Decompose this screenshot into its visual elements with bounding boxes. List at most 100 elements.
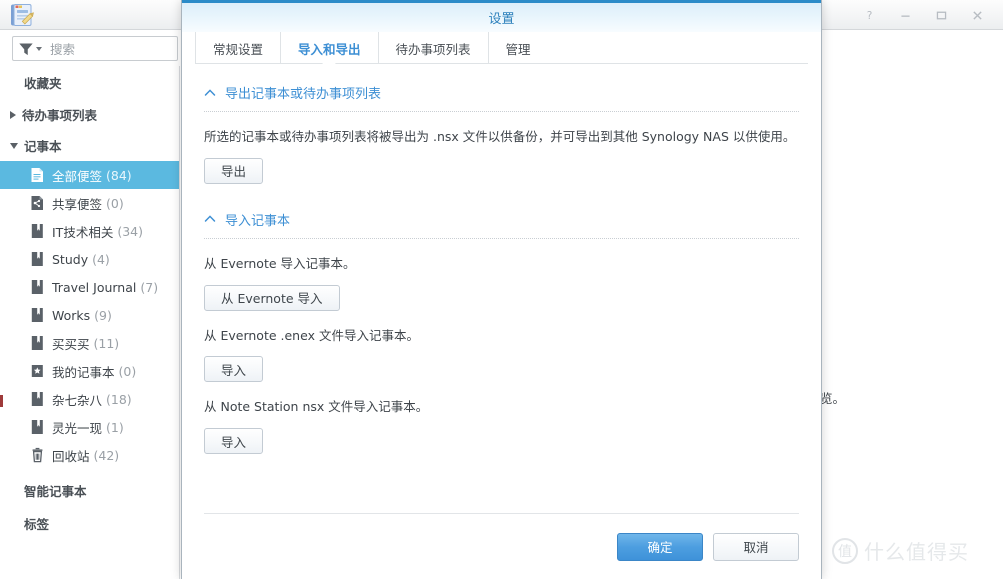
notebook-item[interactable]: 杂七杂八 (18) xyxy=(0,385,179,413)
notebook-count: (18) xyxy=(106,391,132,407)
close-button[interactable] xyxy=(969,7,985,23)
caret-down-icon[interactable] xyxy=(36,46,42,51)
dialog-title: 设置 xyxy=(488,12,515,27)
notebook-item[interactable]: 买买买 (11) xyxy=(0,329,179,357)
note-station-app-icon xyxy=(11,4,34,26)
action-button[interactable]: 导出 xyxy=(204,157,264,184)
section-title: 导入记事本 xyxy=(225,213,291,229)
notebook-label: Travel Journal xyxy=(52,279,137,295)
sidebar: 收藏夹 待办事项列表 记事本 全部便签 (84) 共享便签 (0) IT技术相关… xyxy=(0,66,180,579)
chevron-right-icon[interactable] xyxy=(10,110,16,119)
chevron-up-icon[interactable] xyxy=(204,213,216,225)
notebook-label: 买买买 xyxy=(52,336,90,352)
sidebar-section-tags[interactable]: 标签 xyxy=(0,507,179,540)
dialog-tabs: 常规设置 导入和导出 待办事项列表 管理 xyxy=(182,32,821,64)
notebook-label: 共享便签 xyxy=(52,196,103,212)
notebook-count: (11) xyxy=(93,335,120,351)
notebook-label: 灵光一现 xyxy=(52,420,103,436)
background-page-text: 览。 xyxy=(820,391,846,406)
section-description: 所选的记事本或待办事项列表将被导出为 .nsx 文件以供备份，并可导出到其他 S… xyxy=(204,129,796,144)
chevron-up-icon[interactable] xyxy=(204,87,216,99)
tab-underline xyxy=(195,63,808,64)
action-button[interactable]: 导入 xyxy=(204,428,264,454)
action-button[interactable]: 导入 xyxy=(204,356,264,383)
sidebar-section-smart-notebook[interactable]: 智能记事本 xyxy=(0,469,179,507)
section-description: 从 Evernote .enex 文件导入记事本。 xyxy=(204,327,419,343)
search-placeholder: 搜索 xyxy=(50,42,76,57)
tab-2[interactable]: 待办事项列表 xyxy=(377,32,488,64)
notebook-icon xyxy=(31,224,43,238)
notebook-count: (7) xyxy=(140,279,159,295)
star-notebook-icon xyxy=(31,365,43,377)
notebook-label: IT技术相关 xyxy=(52,224,114,240)
notebook-item[interactable]: Works (9) xyxy=(0,301,179,329)
notebook-count: (84) xyxy=(106,167,132,183)
notebook-count: (9) xyxy=(94,307,112,323)
section-description: 从 Evernote 导入记事本。 xyxy=(204,255,356,271)
notebook-list: 全部便签 (84) 共享便签 (0) IT技术相关 (34) Study (4) Tra… xyxy=(0,161,179,469)
notebook-label: Works xyxy=(52,307,91,323)
notebook-item[interactable]: Study (4) xyxy=(0,245,179,273)
window-controls: ? xyxy=(861,0,995,30)
maximize-button[interactable] xyxy=(933,7,949,23)
notebook-icon xyxy=(31,280,43,294)
trash-icon xyxy=(32,447,43,463)
notebook-icon xyxy=(31,308,43,322)
notebook-label: Study xyxy=(52,251,89,267)
section-divider xyxy=(204,237,799,239)
notebook-label: 杂七杂八 xyxy=(52,392,103,408)
notebook-label: 全部便签 xyxy=(52,168,103,184)
dialog-titlebar: 设置 xyxy=(182,0,821,32)
notebook-item[interactable]: 回收站 (42) xyxy=(0,441,179,469)
action-button[interactable]: 从 Evernote 导入 xyxy=(204,284,340,311)
notebook-icon xyxy=(31,392,43,406)
watermark: 值 什么值得买 xyxy=(832,536,969,565)
sidebar-group-notebooks[interactable]: 记事本 xyxy=(0,130,179,161)
chevron-down-icon[interactable] xyxy=(10,142,18,149)
all-notes-icon xyxy=(31,168,43,182)
notebook-icon xyxy=(31,252,43,266)
notebook-item[interactable]: IT技术相关 (34) xyxy=(0,217,179,245)
notebook-icon xyxy=(31,336,43,350)
shared-notes-icon xyxy=(31,196,43,210)
settings-dialog: 设置 常规设置 导入和导出 待办事项列表 管理 导出记事本或待办事项列表所选的记事本或… xyxy=(181,0,822,579)
minimize-button[interactable] xyxy=(897,7,913,23)
notebook-item[interactable]: 共享便签 (0) xyxy=(0,189,179,217)
active-tab-indicator xyxy=(321,58,336,64)
settings-section: 导入记事本从 Evernote 导入记事本。从 Evernote 导入从 Eve… xyxy=(204,210,799,454)
dialog-content: 导出记事本或待办事项列表所选的记事本或待办事项列表将被导出为 .nsx 文件以供… xyxy=(182,64,821,513)
notebook-count: (0) xyxy=(118,363,137,379)
edge-marker xyxy=(0,395,3,407)
notebook-count: (4) xyxy=(92,251,110,267)
sidebar-group-todo[interactable]: 待办事项列表 xyxy=(0,99,179,130)
svg-text:?: ? xyxy=(866,9,872,21)
sidebar-section-favorites[interactable]: 收藏夹 xyxy=(0,66,179,99)
tab-3[interactable]: 管理 xyxy=(487,32,548,64)
section-header[interactable]: 导入记事本 xyxy=(204,210,799,229)
cancel-button[interactable]: 取消 xyxy=(713,532,799,561)
sidebar-group-notebooks-label: 记事本 xyxy=(24,139,62,154)
section-header[interactable]: 导出记事本或待办事项列表 xyxy=(204,83,799,102)
section-description: 从 Note Station nsx 文件导入记事本。 xyxy=(204,399,429,415)
notebook-item[interactable]: Travel Journal (7) xyxy=(0,273,179,301)
funnel-icon xyxy=(19,42,33,55)
notebook-item[interactable]: 我的记事本 (0) xyxy=(0,357,179,385)
notebook-count: (1) xyxy=(106,419,124,435)
notebook-icon xyxy=(31,420,43,434)
help-button[interactable]: ? xyxy=(861,7,877,23)
watermark-text: 什么值得买 xyxy=(864,540,969,564)
ok-button[interactable]: 确定 xyxy=(617,532,703,561)
screen: ? 搜索 收藏夹 待办事项列表 记事本 全部便签 (84) 共享便签 (0) I… xyxy=(0,0,1003,579)
notebook-count: (42) xyxy=(93,447,120,463)
sidebar-group-todo-label: 待办事项列表 xyxy=(22,108,98,123)
dialog-footer: 确定 取消 xyxy=(204,513,799,579)
notebook-label: 回收站 xyxy=(52,448,90,464)
tab-0[interactable]: 常规设置 xyxy=(195,32,280,64)
notebook-item[interactable]: 灵光一现 (1) xyxy=(0,413,179,441)
notebook-item[interactable]: 全部便签 (84) xyxy=(0,161,179,189)
notebook-count: (34) xyxy=(117,223,143,239)
search-input[interactable]: 搜索 xyxy=(12,36,178,61)
section-divider xyxy=(204,111,799,112)
settings-section: 导出记事本或待办事项列表所选的记事本或待办事项列表将被导出为 .nsx 文件以供… xyxy=(204,83,799,184)
watermark-logo: 值 xyxy=(832,537,858,564)
